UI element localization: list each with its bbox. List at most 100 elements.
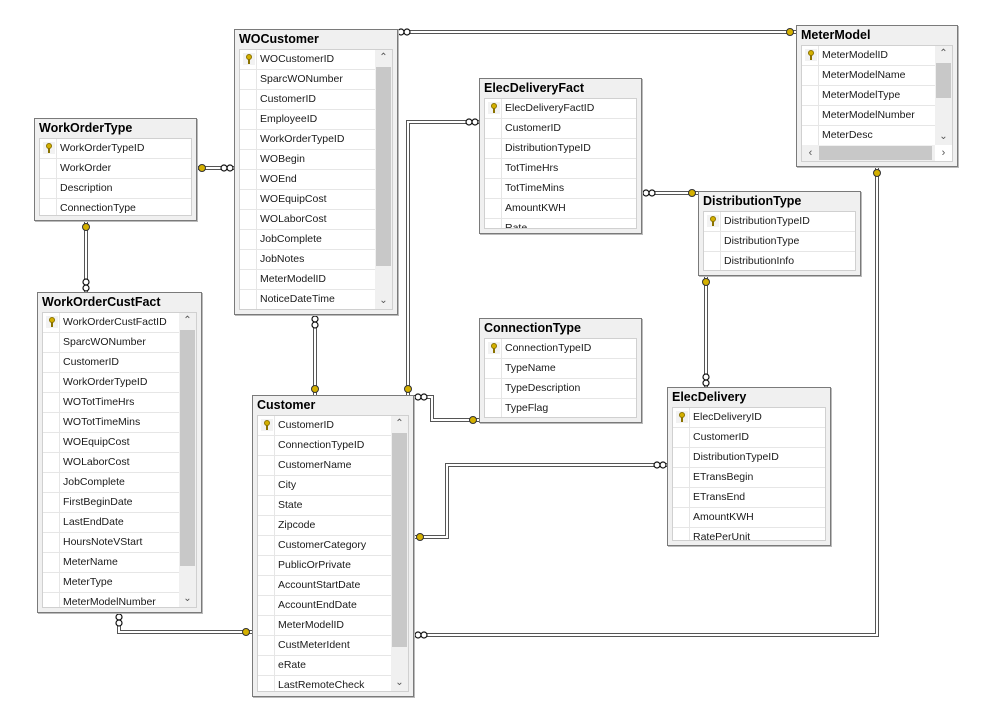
table-title[interactable]: WOCustomer <box>235 30 397 48</box>
column-row[interactable]: Zipcode <box>258 516 391 536</box>
column-row[interactable]: WorkOrderTypeID <box>240 130 375 150</box>
column-row[interactable]: CustomerCategory <box>258 536 391 556</box>
horizontal-scrollbar[interactable]: ‹ › <box>802 145 945 161</box>
column-row[interactable]: LastRemoteCheck <box>258 676 391 691</box>
table-elecdeliveryfact[interactable]: ElecDeliveryFact ElecDeliveryFactID Custom… <box>479 78 642 234</box>
column-row[interactable]: WOTotTimeHrs <box>43 393 179 413</box>
table-metermodel[interactable]: MeterModel MeterModelID MeterModelName Mete… <box>796 25 958 167</box>
column-row[interactable]: LastEndDate <box>43 513 179 533</box>
column-row[interactable]: Description <box>40 179 191 199</box>
table-title[interactable]: DistributionType <box>699 192 860 210</box>
column-row[interactable]: TypeFlag <box>485 399 636 417</box>
column-row[interactable]: WorkOrder <box>40 159 191 179</box>
scroll-up-icon[interactable]: ⌃ <box>375 50 392 66</box>
column-row[interactable]: ConnectionType <box>40 199 191 215</box>
column-row[interactable]: CustomerID <box>673 428 825 448</box>
column-row[interactable]: MeterModelName <box>802 66 935 86</box>
column-row[interactable]: AmountKWH <box>673 508 825 528</box>
column-row[interactable]: DistributionTypeID <box>673 448 825 468</box>
scroll-up-icon[interactable]: ⌃ <box>391 416 408 432</box>
column-row[interactable]: MeterName <box>43 553 179 573</box>
scroll-right-icon[interactable]: › <box>935 145 952 161</box>
column-row[interactable]: Rate <box>485 219 636 228</box>
vertical-scrollbar[interactable]: ⌃ ⌄ <box>375 50 392 309</box>
scroll-down-icon[interactable]: ⌄ <box>935 129 952 145</box>
scroll-down-icon[interactable]: ⌄ <box>375 293 392 309</box>
column-row[interactable]: EmployeeID <box>240 110 375 130</box>
column-row[interactable]: ETransBegin <box>673 468 825 488</box>
column-row[interactable]: HoursNoteVStart <box>43 533 179 553</box>
column-row[interactable]: WOLaborCost <box>43 453 179 473</box>
scroll-down-icon[interactable]: ⌄ <box>179 591 196 607</box>
column-row[interactable]: ElecDeliveryFactID <box>485 99 636 119</box>
table-title[interactable]: WorkOrderCustFact <box>38 293 201 311</box>
scroll-thumb[interactable] <box>376 67 391 267</box>
column-row[interactable]: ConnectionTypeID <box>258 436 391 456</box>
column-row[interactable]: MeterModelID <box>258 616 391 636</box>
table-distributiontype[interactable]: DistributionType DistributionTypeID Distri… <box>698 191 861 276</box>
column-row[interactable]: SparcWONumber <box>240 70 375 90</box>
scroll-left-icon[interactable]: ‹ <box>802 145 819 161</box>
column-row[interactable]: AmountKWH <box>485 199 636 219</box>
scroll-thumb[interactable] <box>180 330 195 567</box>
column-row[interactable]: TotTimeMins <box>485 179 636 199</box>
column-row[interactable]: CustomerID <box>43 353 179 373</box>
column-row[interactable]: WOBegin <box>240 150 375 170</box>
column-row[interactable]: MeterDesc <box>802 126 935 146</box>
column-row[interactable]: State <box>258 496 391 516</box>
scroll-thumb[interactable] <box>936 63 951 99</box>
table-title[interactable]: WorkOrderType <box>35 119 196 137</box>
column-row[interactable]: PublicOrPrivate <box>258 556 391 576</box>
column-row[interactable]: FirstBeginDate <box>43 493 179 513</box>
column-row[interactable]: RatePerUnit <box>673 528 825 540</box>
column-row[interactable]: MeterModelType <box>802 86 935 106</box>
column-row[interactable]: JobComplete <box>43 473 179 493</box>
column-row[interactable]: MeterModelNumber <box>802 106 935 126</box>
column-row[interactable]: JobComplete <box>240 230 375 250</box>
column-row[interactable]: WOTotTimeMins <box>43 413 179 433</box>
column-row[interactable]: ConnectionTypeID <box>485 339 636 359</box>
column-row[interactable]: TypeDescription <box>485 379 636 399</box>
vertical-scrollbar[interactable]: ⌃ ⌄ <box>179 313 196 607</box>
column-row[interactable]: CustomerID <box>258 416 391 436</box>
column-row[interactable]: WorkOrderTypeID <box>40 139 191 159</box>
scroll-thumb[interactable] <box>392 433 407 647</box>
column-row[interactable]: ETransEnd <box>673 488 825 508</box>
column-row[interactable]: eRate <box>258 656 391 676</box>
scroll-up-icon[interactable]: ⌃ <box>935 46 952 62</box>
column-row[interactable]: CustomerID <box>485 119 636 139</box>
column-row[interactable]: WOEquipCost <box>43 433 179 453</box>
table-customer[interactable]: Customer CustomerID ConnectionTypeID Custom… <box>252 395 414 697</box>
table-title[interactable]: Customer <box>253 396 413 414</box>
table-workordercustfact[interactable]: WorkOrderCustFact WorkOrderCustFactID Spar… <box>37 292 202 613</box>
table-workordertype[interactable]: WorkOrderType WorkOrderTypeID WorkOrder Des… <box>34 118 197 221</box>
column-row[interactable]: MeterType <box>43 573 179 593</box>
column-row[interactable]: WorkOrderTypeID <box>43 373 179 393</box>
column-row[interactable]: WorkOrderCustFactID <box>43 313 179 333</box>
column-row[interactable]: CustomerID <box>240 90 375 110</box>
column-row[interactable]: WOLaborCost <box>240 210 375 230</box>
column-row[interactable]: WOCustomerID <box>240 50 375 70</box>
table-title[interactable]: ElecDeliveryFact <box>480 79 641 97</box>
table-title[interactable]: ElecDelivery <box>668 388 830 406</box>
vertical-scrollbar[interactable]: ⌃ ⌄ <box>391 416 408 691</box>
table-title[interactable]: ConnectionType <box>480 319 641 337</box>
column-row[interactable]: DistributionTypeID <box>704 212 855 232</box>
column-row[interactable]: DistributionType <box>704 232 855 252</box>
vertical-scrollbar[interactable]: ⌃ ⌄ <box>935 46 952 145</box>
table-connectiontype[interactable]: ConnectionType ConnectionTypeID TypeName Ty… <box>479 318 642 423</box>
column-row[interactable]: AccountEndDate <box>258 596 391 616</box>
column-row[interactable]: DistributionInfo <box>704 252 855 270</box>
column-row[interactable]: MeterModelID <box>240 270 375 290</box>
column-row[interactable]: TypeName <box>485 359 636 379</box>
column-row[interactable]: CustomerName <box>258 456 391 476</box>
table-title[interactable]: MeterModel <box>797 26 957 44</box>
column-row[interactable]: MeterModelID <box>802 46 935 66</box>
column-row[interactable]: CustMeterIdent <box>258 636 391 656</box>
table-wocustomer[interactable]: WOCustomer WOCustomerID SparcWONumber Custo… <box>234 29 398 315</box>
table-elecdelivery[interactable]: ElecDelivery ElecDeliveryID CustomerID Dist… <box>667 387 831 546</box>
column-row[interactable]: AccountStartDate <box>258 576 391 596</box>
column-row[interactable]: DistributionTypeID <box>485 139 636 159</box>
column-row[interactable]: JobNotes <box>240 250 375 270</box>
column-row[interactable]: WOEnd <box>240 170 375 190</box>
